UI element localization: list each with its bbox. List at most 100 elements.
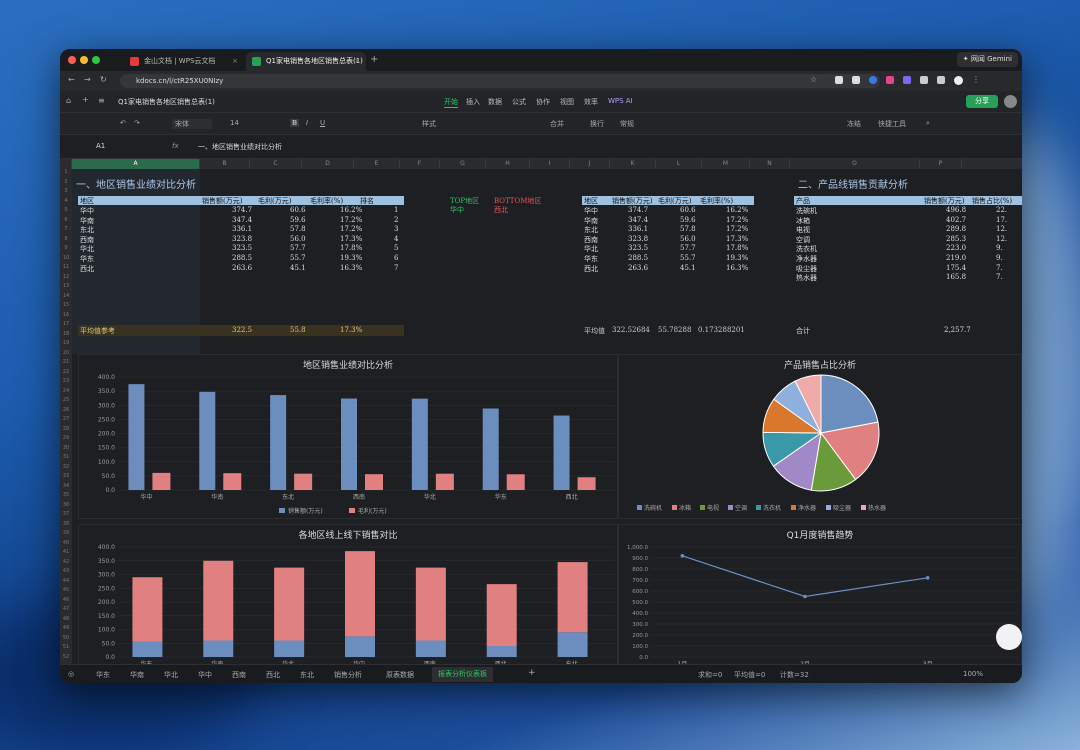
sheet-tab[interactable]: 华中 [192,670,218,680]
section1-title[interactable]: 一、地区销售业绩对比分析 [76,176,196,191]
row-header[interactable]: 8 [60,236,72,242]
product-sales-cell[interactable]: 223.0 [946,244,966,252]
name-box[interactable]: A1 [96,142,105,150]
t2-region-cell[interactable]: 华东 [584,254,598,264]
row-header[interactable]: 37 [60,511,72,517]
share-button[interactable]: 分享 [966,95,998,108]
product-sales-cell[interactable]: 496.8 [946,206,966,214]
sheet-tab[interactable]: 销售分析 [328,670,368,680]
row-header[interactable]: 14 [60,293,72,299]
s2-total-label[interactable]: 合计 [796,326,810,336]
s2-header-product[interactable]: 产品 [796,196,810,206]
wrap-button[interactable]: 换行 [590,119,604,129]
extension-icon[interactable] [937,76,945,84]
font-size-select[interactable]: 14 [230,119,239,127]
column-header[interactable]: M [702,159,750,169]
home-icon[interactable]: ⌂ [66,96,71,105]
row-header[interactable]: 51 [60,644,72,650]
row-header[interactable]: 13 [60,283,72,289]
sales-cell[interactable]: 336.1 [232,225,252,233]
merge-button[interactable]: 合并 [550,119,564,129]
profile-avatar[interactable] [954,76,963,85]
zoom-level[interactable]: 100% [963,670,983,678]
t2-margin-cell[interactable]: 17.3% [726,235,748,243]
product-sales-cell[interactable]: 402.7 [946,216,966,224]
sheet-tab[interactable]: 华南 [124,670,150,680]
region-cell[interactable]: 华北 [80,244,94,254]
t2-margin-cell[interactable]: 17.8% [726,244,748,252]
row-header[interactable]: 33 [60,473,72,479]
section2-title[interactable]: 二、产品线销售贡献分析 [798,176,908,191]
rank-cell[interactable]: 2 [394,216,398,224]
avg-sales[interactable]: 322.5 [232,326,252,334]
product-share-cell[interactable]: 12. [996,235,1007,243]
t2-profit-cell[interactable]: 55.7 [680,254,696,262]
margin-cell[interactable]: 19.3% [340,254,362,262]
t2-sales-cell[interactable]: 374.7 [628,206,648,214]
row-header[interactable]: 39 [60,530,72,536]
margin-cell[interactable]: 16.2% [340,206,362,214]
select-all-corner[interactable] [60,159,72,169]
rank-cell[interactable]: 6 [394,254,398,262]
bottom-value[interactable]: 西北 [494,205,508,215]
user-avatar[interactable] [1004,95,1017,108]
freeze-button[interactable]: 冻结 [847,119,861,129]
row-header[interactable]: 2 [60,179,72,185]
t2-region-cell[interactable]: 西北 [584,264,598,274]
sheet-tab[interactable]: 西北 [260,670,286,680]
undo-icon[interactable]: ↶ [120,119,126,127]
t2-sales-cell[interactable]: 288.5 [628,254,648,262]
product-share-cell[interactable]: 17. [996,216,1007,224]
product-cell[interactable]: 热水器 [796,273,817,283]
menu-icon[interactable]: ≡ [98,96,105,105]
rank-cell[interactable]: 1 [394,206,398,214]
margin-cell[interactable]: 17.2% [340,216,362,224]
forward-icon[interactable]: → [84,75,91,84]
rank-cell[interactable]: 4 [394,235,398,243]
extension-icon[interactable] [886,76,894,84]
t2-profit-cell[interactable]: 57.7 [680,244,696,252]
sheet-tab[interactable]: 原表数据 [380,670,420,680]
t2-sales-cell[interactable]: 323.5 [628,244,648,252]
t2-avg-label[interactable]: 平均值 [584,326,605,336]
bookmark-star-icon[interactable]: ☆ [810,75,817,84]
t2-sales-cell[interactable]: 347.4 [628,216,648,224]
t2-region-cell[interactable]: 华中 [584,206,598,216]
t2-header-margin[interactable]: 毛利率(%) [700,196,733,206]
product-cell[interactable]: 冰箱 [796,216,810,226]
row-header[interactable]: 47 [60,606,72,612]
row-header[interactable]: 9 [60,245,72,251]
search-icon[interactable]: ⌕ [926,119,930,128]
row-header[interactable]: 11 [60,264,72,270]
new-tab-button[interactable]: + [370,54,378,65]
chart-monthly-trend[interactable]: Q1月度销售趋势 0.0 100.0 200.0 300.0 400.0 500.0 600… [618,524,1022,664]
profit-cell[interactable]: 45.1 [290,264,306,272]
row-header[interactable]: 21 [60,359,72,365]
column-header[interactable]: D [302,159,354,169]
row-header[interactable]: 49 [60,625,72,631]
profit-cell[interactable]: 57.8 [290,225,306,233]
t2-header-sales[interactable]: 销售额(万元) [612,196,652,206]
row-header[interactable]: 24 [60,388,72,394]
top-value[interactable]: 华中 [450,205,464,215]
header-sales[interactable]: 销售额(万元) [202,196,242,206]
row-header[interactable]: 52 [60,654,72,660]
menu-wps-ai[interactable]: WPS AI [608,97,633,105]
t2-header-region[interactable]: 地区 [584,196,598,206]
back-icon[interactable]: ← [68,75,75,84]
product-share-cell[interactable]: 7. [996,273,1003,281]
header-region[interactable]: 地区 [80,196,94,206]
row-header[interactable]: 3 [60,188,72,194]
browser-tab-kdocs[interactable]: 金山文档 | WPS云文档 × [124,52,244,71]
add-icon[interactable]: + [82,95,89,104]
product-cell[interactable]: 净水器 [796,254,817,264]
region-cell[interactable]: 东北 [80,225,94,235]
minimize-window-button[interactable] [80,56,88,64]
product-cell[interactable]: 洗碗机 [796,206,817,216]
s2-total-value[interactable]: 2,257.7 [944,326,971,334]
menu-insert[interactable]: 插入 [466,97,480,107]
header-profit[interactable]: 毛利(万元) [258,196,291,206]
underline-button[interactable]: U [320,119,325,127]
t2-header-profit[interactable]: 毛利(万元) [658,196,691,206]
sales-cell[interactable]: 263.6 [232,264,252,272]
